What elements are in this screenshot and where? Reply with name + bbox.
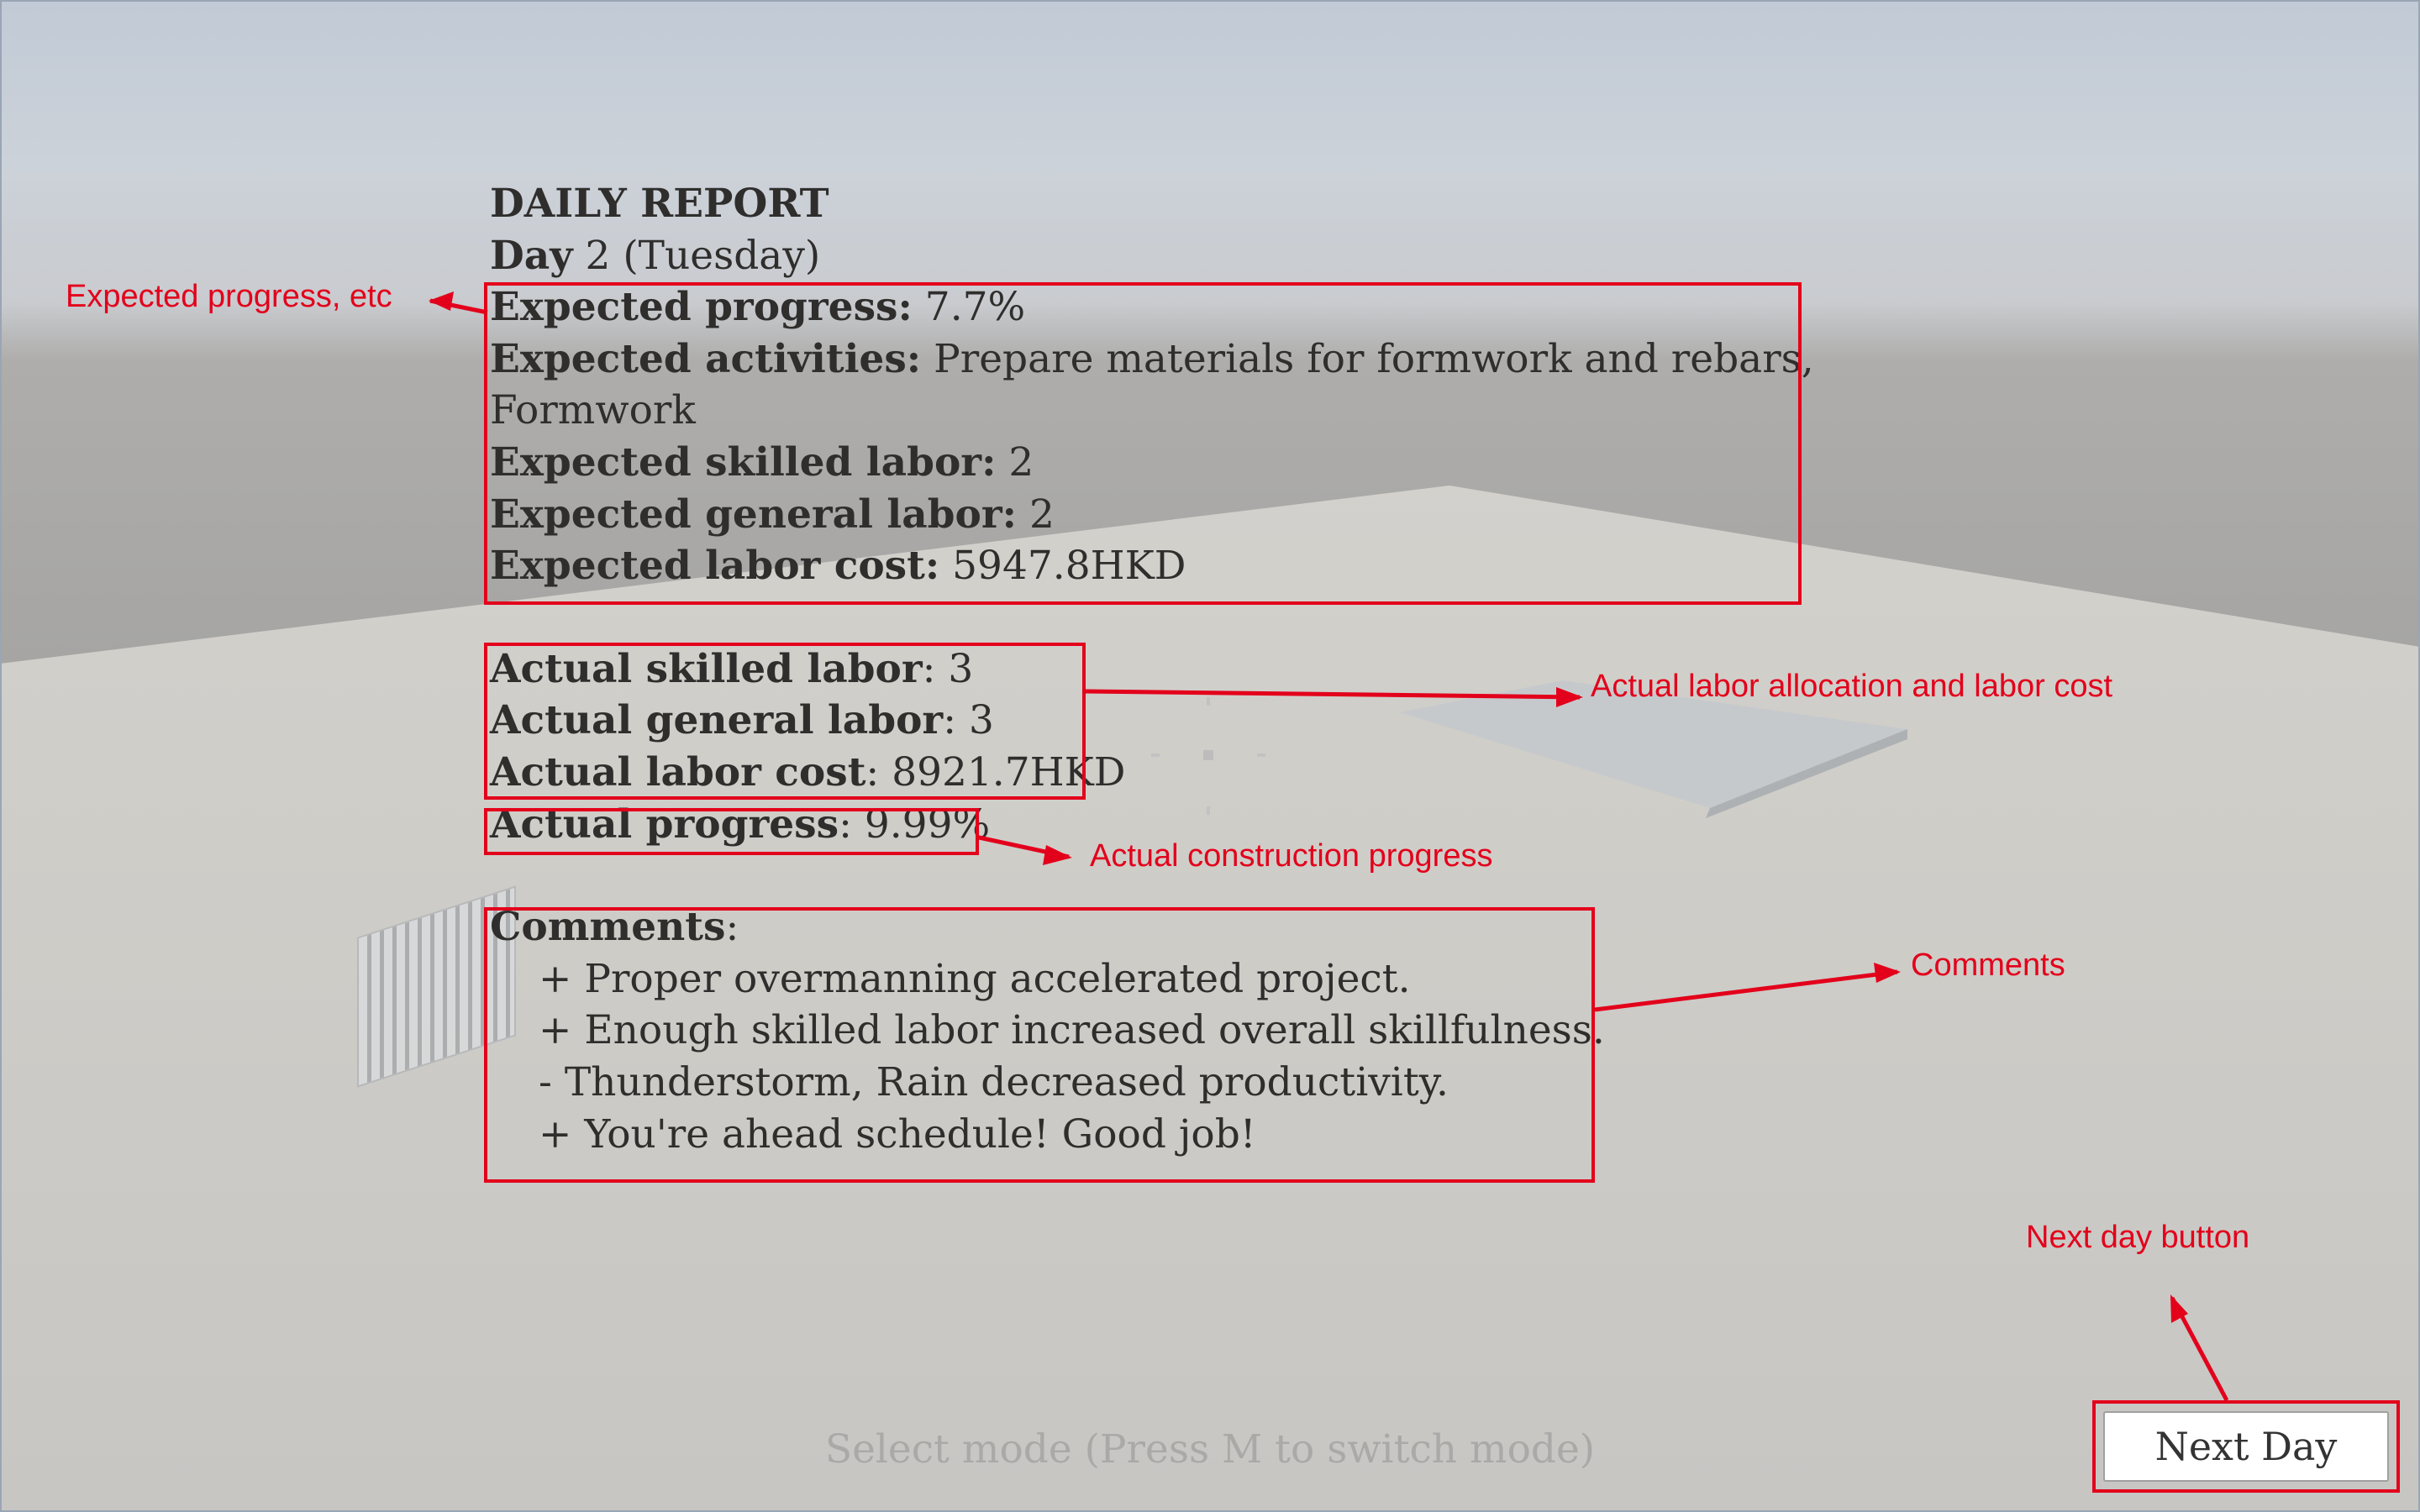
next-day-button[interactable]: Next Day — [2103, 1411, 2389, 1482]
report-title: DAILY REPORT — [490, 181, 829, 227]
actual-progress-label: Actual progress — [490, 801, 839, 848]
comment-item: + Enough skilled labor increased overall… — [539, 1007, 1605, 1054]
expected-general-labor-value: 2 — [1028, 491, 1055, 538]
expected-activities-value: Prepare materials for formwork and rebar… — [934, 335, 1814, 382]
comment-item: + You're ahead schedule! Good job! — [539, 1110, 1256, 1158]
actual-skilled-labor-label: Actual skilled labor — [490, 645, 923, 692]
annotation-label-actual-labor: Actual labor allocation and labor cost — [1591, 669, 2113, 704]
mode-hint: Select mode (Press M to switch mode) — [824, 1426, 1596, 1473]
actual-general-labor-label: Actual general labor — [490, 697, 944, 744]
actual-labor-cost-value: : 8921.7HKD — [865, 748, 1126, 795]
day-value: 2 (Tuesday) — [585, 232, 821, 279]
expected-general-labor-label: Expected general labor: — [490, 491, 1017, 538]
expected-activities-label: Expected activities: — [490, 335, 922, 382]
expected-progress-value: 7.7% — [924, 284, 1026, 331]
actual-general-labor-value: : 3 — [943, 697, 994, 744]
annotation-label-next-day: Next day button — [2026, 1220, 2250, 1255]
expected-skilled-labor-label: Expected skilled labor: — [490, 438, 997, 486]
expected-progress-label: Expected progress: — [490, 284, 913, 331]
expected-skilled-labor-value: 2 — [1008, 438, 1034, 486]
expected-labor-cost-value: 5947.8HKD — [952, 543, 1186, 590]
comment-item: + Proper overmanning accelerated project… — [539, 955, 1411, 1002]
expected-activities-value-cont: Formwork — [490, 387, 696, 434]
comment-item: - Thunderstorm, Rain decreased productiv… — [539, 1058, 1449, 1105]
annotation-label-expected: Expected progress, etc — [66, 279, 392, 314]
actual-labor-cost-label: Actual labor cost — [490, 748, 866, 795]
annotation-label-actual-progress: Actual construction progress — [1090, 838, 1493, 874]
annotation-label-comments: Comments — [1911, 948, 2065, 983]
actual-progress-value: : 9.99% — [839, 801, 991, 848]
actual-skilled-labor-value: : 3 — [922, 645, 974, 692]
comments-colon: : — [725, 904, 739, 951]
day-label: Day — [490, 232, 573, 279]
expected-labor-cost-label: Expected labor cost: — [490, 543, 940, 590]
comments-label: Comments — [490, 904, 726, 951]
